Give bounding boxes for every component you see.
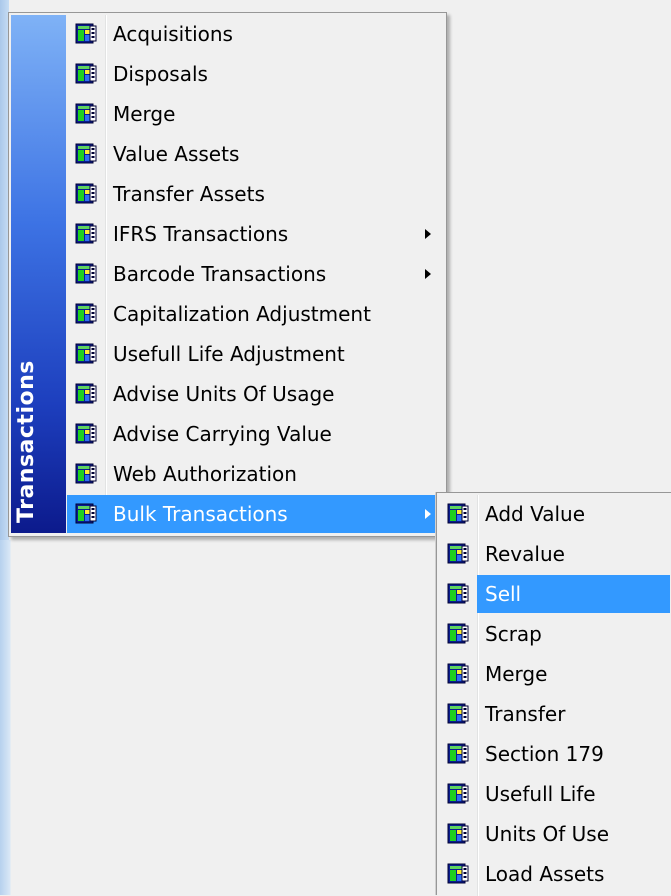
transaction-icon xyxy=(75,503,97,525)
menu-side-banner: Transactions xyxy=(11,15,66,533)
menu-item-merge[interactable]: Merge xyxy=(67,95,444,133)
transaction-icon xyxy=(447,703,469,725)
submenu-item-label: Section 179 xyxy=(485,742,604,766)
transaction-icon xyxy=(75,143,97,165)
menu-item-label: Web Authorization xyxy=(113,462,297,486)
submenu-item-label: Units Of Use xyxy=(485,822,609,846)
transaction-icon xyxy=(75,263,97,285)
menu-item-disposals[interactable]: Disposals xyxy=(67,55,444,93)
transaction-icon xyxy=(75,303,97,325)
transaction-icon xyxy=(447,743,469,765)
menu-item-label: Acquisitions xyxy=(113,22,233,46)
submenu-item-label: Sell xyxy=(485,582,522,606)
submenu-arrow-icon xyxy=(414,215,444,253)
transactions-menu: Transactions Acquisitions Disposals Merge V… xyxy=(8,12,447,537)
transaction-icon xyxy=(75,423,97,445)
menu-item-label: Advise Units Of Usage xyxy=(113,382,335,406)
transaction-icon xyxy=(447,583,469,605)
submenu-item-label: Load Assets xyxy=(485,862,605,886)
menu-item-label: IFRS Transactions xyxy=(113,222,289,246)
transaction-icon xyxy=(447,863,469,885)
menu-item-label: Usefull Life Adjustment xyxy=(113,342,345,366)
submenu-item-label: Revalue xyxy=(485,542,565,566)
menu-item-label: Transfer Assets xyxy=(113,182,265,206)
transaction-icon xyxy=(447,543,469,565)
submenu-item-usefull-life[interactable]: Usefull Life xyxy=(439,775,670,813)
submenu-item-label: Usefull Life xyxy=(485,782,596,806)
menu-item-capitalization-adjustment[interactable]: Capitalization Adjustment xyxy=(67,295,444,333)
menu-item-acquisitions[interactable]: Acquisitions xyxy=(67,15,444,53)
window-background-lower xyxy=(0,540,436,895)
bulk-transactions-submenu: Add Value Revalue Sell Scrap Merge Transfer Se… xyxy=(436,492,671,896)
transaction-icon xyxy=(447,783,469,805)
transaction-icon xyxy=(447,503,469,525)
transaction-icon xyxy=(75,103,97,125)
transaction-icon xyxy=(75,463,97,485)
menu-item-label: Bulk Transactions xyxy=(113,502,288,526)
menu-item-ifrs-transactions[interactable]: IFRS Transactions xyxy=(67,215,444,253)
menu-item-transfer-assets[interactable]: Transfer Assets xyxy=(67,175,444,213)
transaction-icon xyxy=(75,343,97,365)
submenu-item-label: Merge xyxy=(485,662,548,686)
submenu-item-revalue[interactable]: Revalue xyxy=(439,535,670,573)
transaction-icon xyxy=(75,23,97,45)
submenu-item-section-179[interactable]: Section 179 xyxy=(439,735,670,773)
submenu-item-load-assets[interactable]: Load Assets xyxy=(439,855,670,893)
submenu-item-units-of-use[interactable]: Units Of Use xyxy=(439,815,670,853)
transaction-icon xyxy=(447,823,469,845)
submenu-item-add-value[interactable]: Add Value xyxy=(439,495,670,533)
menu-item-label: Disposals xyxy=(113,62,208,86)
menu-item-barcode-transactions[interactable]: Barcode Transactions xyxy=(67,255,444,293)
transaction-icon xyxy=(75,383,97,405)
submenu-item-label: Transfer xyxy=(485,702,566,726)
transaction-icon xyxy=(447,663,469,685)
menu-item-web-authorization[interactable]: Web Authorization xyxy=(67,455,444,493)
menu-side-banner-label: Transactions xyxy=(14,360,39,523)
submenu-item-sell[interactable]: Sell xyxy=(439,575,670,613)
transaction-icon xyxy=(447,623,469,645)
transaction-icon xyxy=(75,183,97,205)
submenu-item-label: Scrap xyxy=(485,622,542,646)
menu-item-label: Advise Carrying Value xyxy=(113,422,332,446)
menu-item-label: Merge xyxy=(113,102,176,126)
menu-item-value-assets[interactable]: Value Assets xyxy=(67,135,444,173)
submenu-item-scrap[interactable]: Scrap xyxy=(439,615,670,653)
menu-item-label: Capitalization Adjustment xyxy=(113,302,371,326)
menu-item-label: Barcode Transactions xyxy=(113,262,327,286)
menu-item-usefull-life-adjustment[interactable]: Usefull Life Adjustment xyxy=(67,335,444,373)
menu-item-advise-carrying-value[interactable]: Advise Carrying Value xyxy=(67,415,444,453)
submenu-item-transfer[interactable]: Transfer xyxy=(439,695,670,733)
menu-item-bulk-transactions[interactable]: Bulk Transactions xyxy=(67,495,444,533)
transaction-icon xyxy=(75,63,97,85)
menu-item-label: Value Assets xyxy=(113,142,240,166)
submenu-item-merge[interactable]: Merge xyxy=(439,655,670,693)
menu-item-advise-units-of-usage[interactable]: Advise Units Of Usage xyxy=(67,375,444,413)
submenu-arrow-icon xyxy=(414,255,444,293)
transaction-icon xyxy=(75,223,97,245)
submenu-item-label: Add Value xyxy=(485,502,585,526)
